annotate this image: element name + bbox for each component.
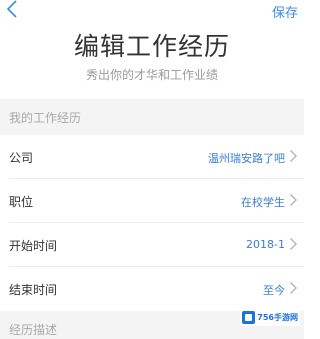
top-bar: 保存: [0, 0, 304, 22]
back-button[interactable]: [6, 0, 22, 20]
chevron-right-icon: [289, 149, 298, 163]
row-label: 职位: [9, 195, 34, 209]
page-title: 编辑工作经历: [73, 32, 230, 61]
chevron-right-icon: [289, 193, 298, 207]
site-watermark: 756手游网: [240, 309, 300, 326]
row-label: 开始时间: [9, 239, 58, 253]
section-header-label: 经历描述: [9, 323, 58, 337]
row-label: 结束时间: [9, 283, 58, 297]
section-header-label: 我的工作经历: [9, 111, 82, 125]
row-value: 至今: [263, 284, 285, 297]
row-end-date[interactable]: 结束时间 至今: [0, 267, 304, 311]
section-header-experience: 我的工作经历: [0, 99, 304, 135]
row-position[interactable]: 职位 在校学生: [0, 179, 304, 223]
chevron-right-icon: [289, 281, 298, 295]
row-label: 公司: [9, 151, 34, 165]
watermark-logo-icon: [242, 311, 256, 324]
row-value: 在校学生: [241, 196, 285, 209]
row-start-date[interactable]: 开始时间 2018-1: [0, 223, 304, 267]
row-company[interactable]: 公司 温州瑞安路了吧: [0, 135, 304, 179]
row-value: 温州瑞安路了吧: [208, 152, 285, 165]
page-subtitle: 秀出你的才华和工作业绩: [85, 68, 218, 82]
edit-work-experience-page: 保存 编辑工作经历 秀出你的才华和工作业绩 我的工作经历 公司 温州瑞安路了吧 …: [0, 0, 304, 339]
chevron-right-icon: [289, 237, 298, 251]
row-value: 2018-1: [246, 238, 285, 251]
save-button[interactable]: 保存: [272, 2, 298, 21]
chevron-left-icon: [6, 0, 22, 18]
watermark-text: 756手游网: [257, 313, 298, 322]
